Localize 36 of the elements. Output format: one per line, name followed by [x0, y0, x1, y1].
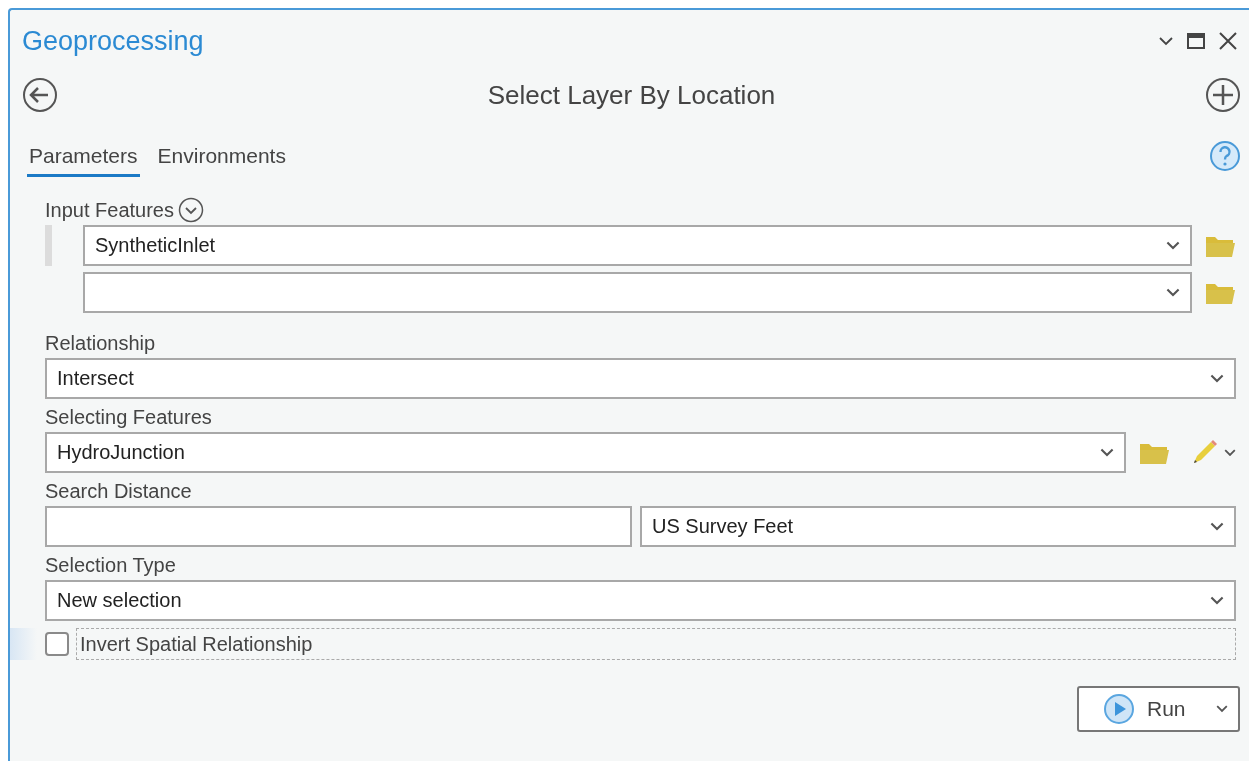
- chevron-down-icon[interactable]: [1159, 36, 1173, 46]
- parameter-label: Input Features: [45, 198, 174, 222]
- expand-icon[interactable]: [177, 197, 204, 223]
- tab[interactable]: Environments: [155, 140, 288, 177]
- tool-title: Select Layer By Location: [486, 79, 777, 111]
- dropdown-caret-icon[interactable]: [1166, 241, 1180, 250]
- close-icon[interactable]: [1219, 32, 1237, 50]
- run-button[interactable]: Run: [1077, 686, 1240, 732]
- play-icon: [1103, 693, 1135, 725]
- tab[interactable]: Parameters: [27, 140, 140, 177]
- dropdown-caret-icon[interactable]: [1224, 448, 1236, 457]
- parameter-label: Search Distance: [45, 479, 192, 503]
- dropdown-caret-icon[interactable]: [1100, 448, 1114, 457]
- parameter-label: Relationship: [45, 331, 156, 355]
- input-field[interactable]: SyntheticInlet: [83, 225, 1192, 266]
- dropdown-field[interactable]: New selection: [45, 580, 1236, 621]
- dropdown-field[interactable]: HydroJunction: [45, 432, 1126, 473]
- dropdown-caret-icon[interactable]: [1210, 374, 1224, 383]
- dropdown-field[interactable]: Intersect: [45, 358, 1236, 399]
- dropdown-caret-icon[interactable]: [1166, 288, 1180, 297]
- parameter-label: Selection Type: [45, 553, 176, 577]
- back-icon[interactable]: [22, 77, 58, 113]
- maximize-icon[interactable]: [1187, 33, 1205, 49]
- distance-field[interactable]: [45, 506, 632, 547]
- dropdown-caret-icon[interactable]: [1216, 705, 1228, 713]
- input-field[interactable]: [83, 272, 1192, 313]
- focus-indicator: [10, 628, 37, 660]
- dropdown-caret-icon[interactable]: [1210, 596, 1224, 605]
- dropdown-caret-icon[interactable]: [1210, 522, 1224, 531]
- parameter-label: Selecting Features: [45, 405, 212, 429]
- pane-title: Geoprocessing: [22, 25, 205, 57]
- unit-dropdown[interactable]: US Survey Feet: [640, 506, 1236, 547]
- checkbox[interactable]: [45, 632, 69, 656]
- checkbox-label[interactable]: Invert Spatial Relationship: [76, 628, 1236, 660]
- add-icon[interactable]: [1205, 77, 1241, 113]
- help-icon[interactable]: [1209, 140, 1241, 172]
